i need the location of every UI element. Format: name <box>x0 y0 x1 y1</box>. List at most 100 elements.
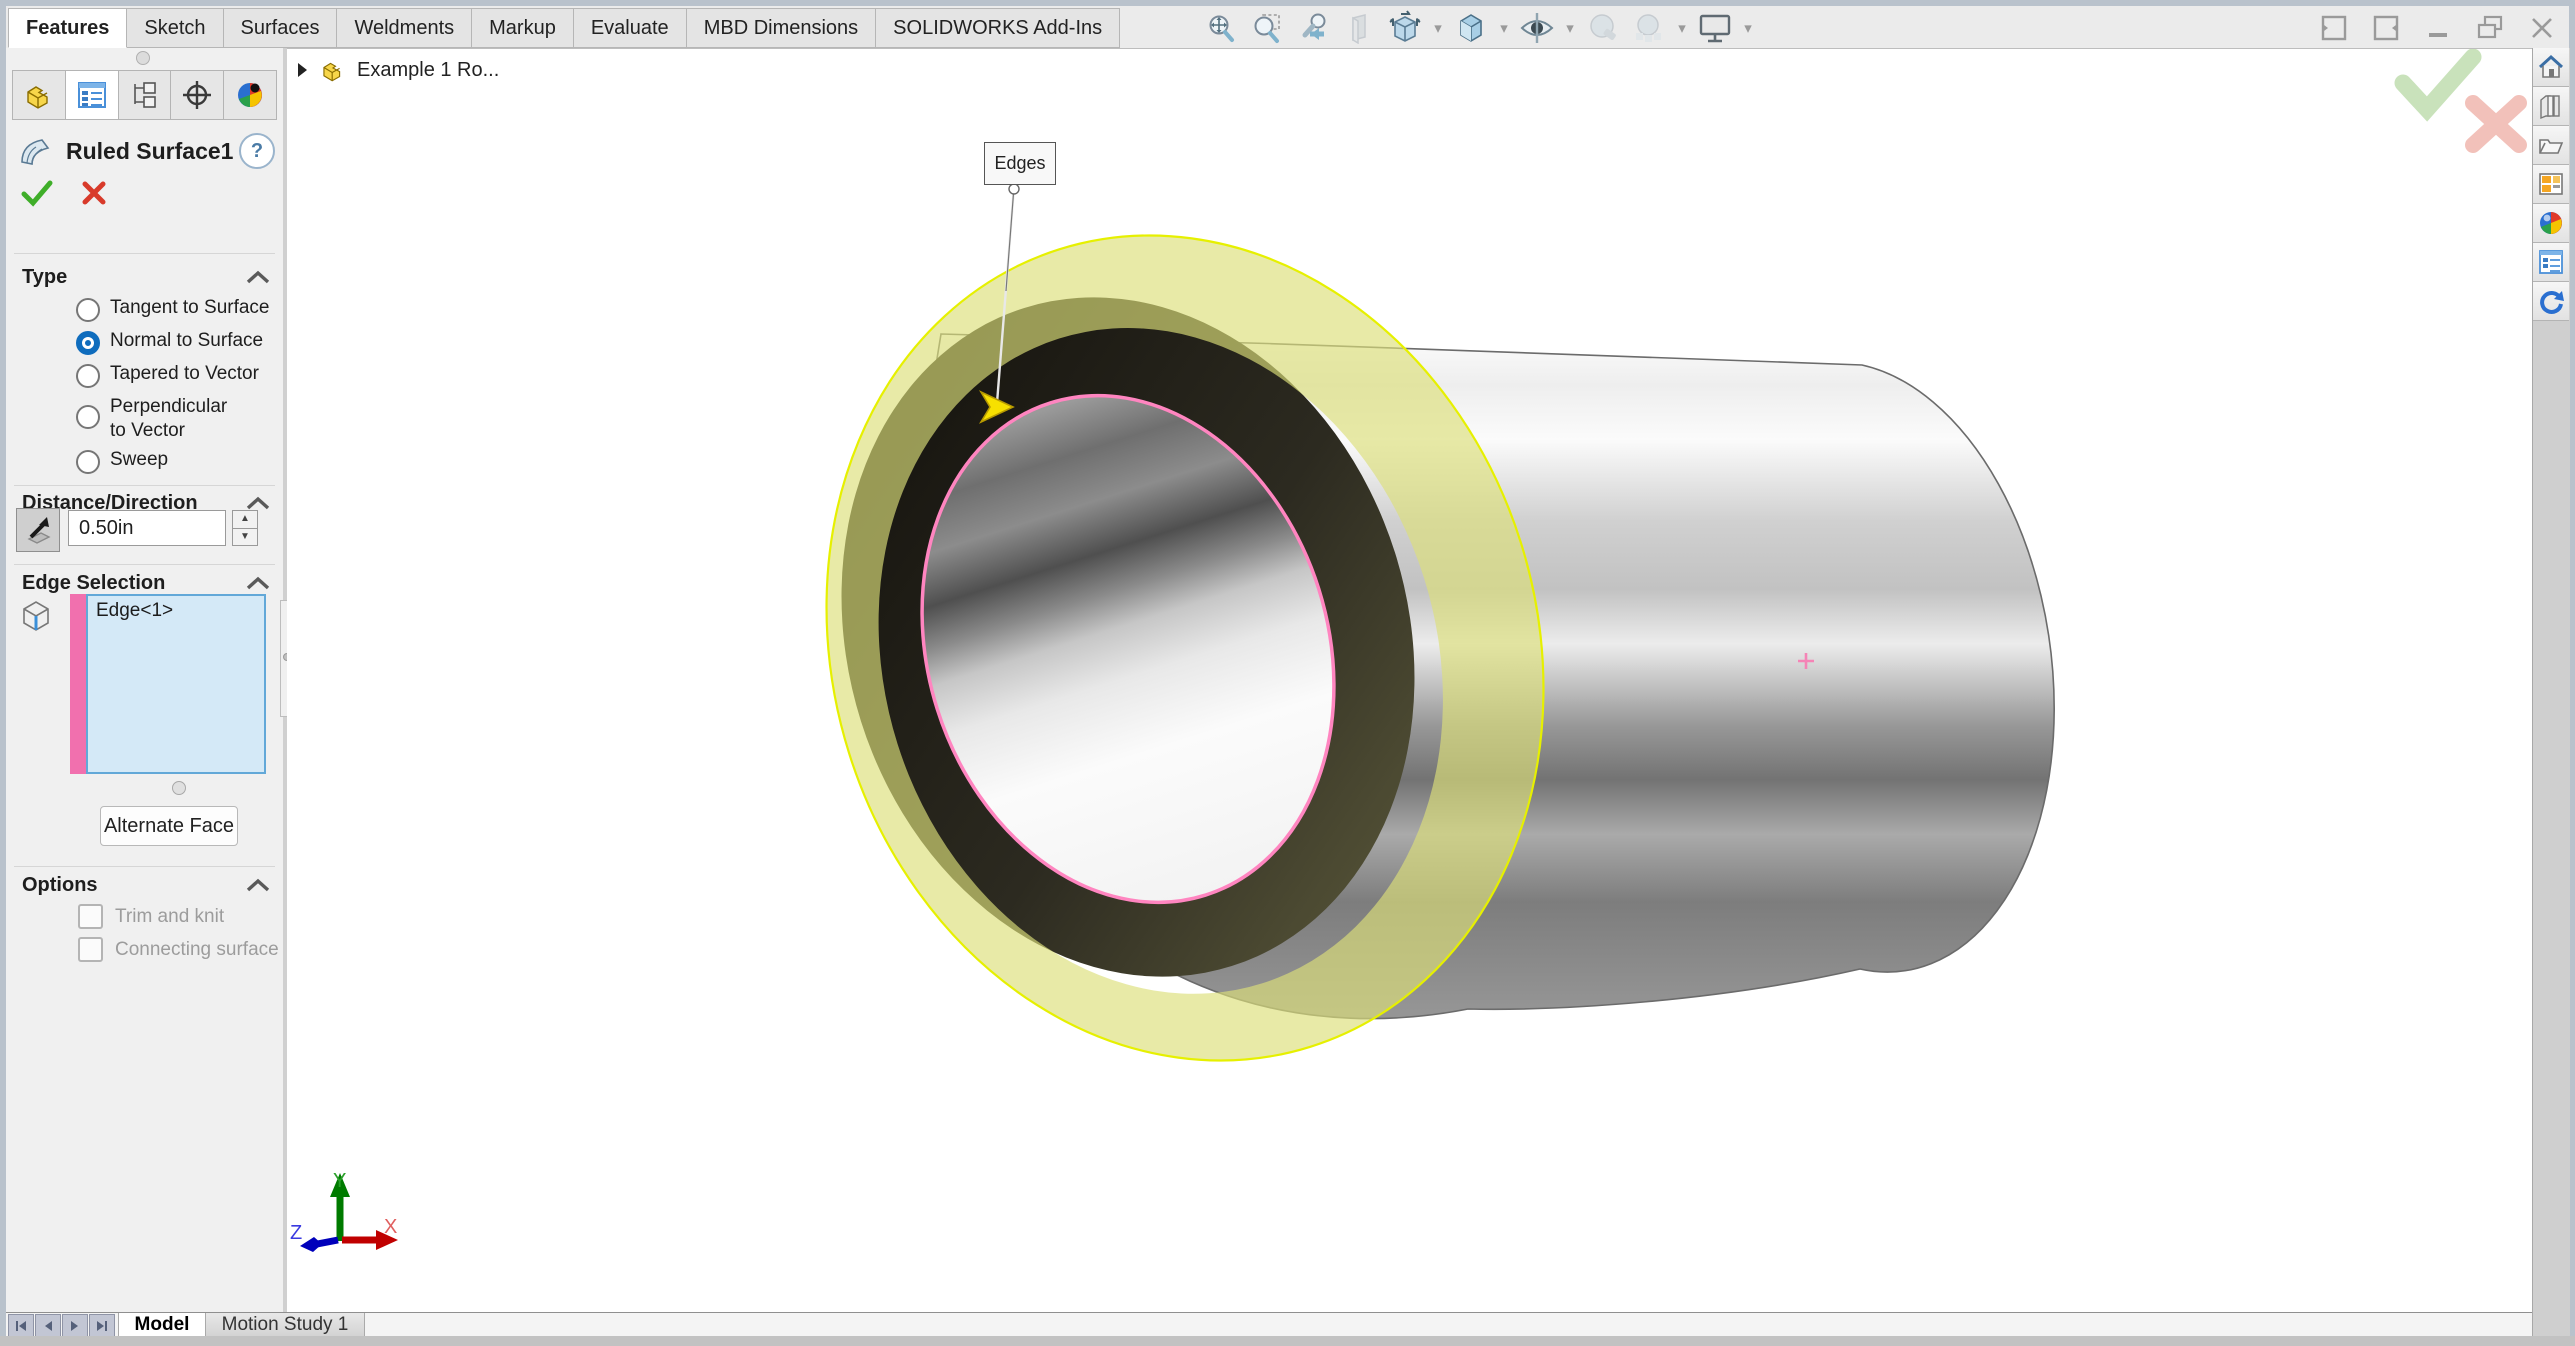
section-view-icon[interactable] <box>1339 11 1379 45</box>
collapse-chevron-icon[interactable] <box>245 269 271 285</box>
feature-manager-tab[interactable] <box>13 71 66 119</box>
custom-properties-icon[interactable] <box>2533 243 2569 282</box>
display-style-icon[interactable] <box>1451 11 1491 45</box>
collapse-chevron-icon[interactable] <box>245 495 271 511</box>
tab-solidworks-addins[interactable]: SOLIDWORKS Add-Ins <box>876 8 1120 48</box>
file-explorer-icon[interactable] <box>2533 126 2569 165</box>
configuration-manager-tab[interactable] <box>119 71 172 119</box>
design-library-icon[interactable] <box>2533 87 2569 126</box>
radio-tangent-to-surface[interactable]: Tangent to Surface <box>76 296 271 322</box>
window-frame <box>0 1336 2575 1346</box>
hide-show-dropdown[interactable]: ▾ <box>1563 11 1577 45</box>
checkbox <box>78 904 103 929</box>
distance-spinner: ▲ ▼ <box>232 510 258 546</box>
radio-normal-to-surface[interactable]: Normal to Surface <box>76 329 271 355</box>
tab-weldments[interactable]: Weldments <box>337 8 472 48</box>
collapse-chevron-icon[interactable] <box>245 877 271 893</box>
zoom-to-fit-icon[interactable] <box>1201 11 1241 45</box>
collapse-left-pane-icon[interactable] <box>2319 13 2349 43</box>
confirm-corner-ok <box>2403 57 2473 109</box>
motion-study-tab[interactable]: Motion Study 1 <box>205 1313 365 1337</box>
confirm-corner-cancel <box>2473 103 2519 145</box>
view-settings-dropdown[interactable]: ▾ <box>1741 11 1755 45</box>
restore-icon[interactable] <box>2475 13 2505 43</box>
radio-perpendicular-to-vector[interactable]: Perpendicular to Vector <box>76 395 236 443</box>
close-icon[interactable] <box>2527 13 2557 43</box>
model-tab[interactable]: Model <box>118 1313 206 1337</box>
edge-selection-listbox[interactable]: Edge<1> <box>86 594 266 774</box>
sheet-nav-buttons <box>8 1314 116 1337</box>
previous-tab-button[interactable] <box>35 1314 61 1337</box>
edit-appearance-icon[interactable] <box>1583 11 1623 45</box>
home-icon[interactable] <box>2533 48 2569 87</box>
tab-surfaces[interactable]: Surfaces <box>224 8 338 48</box>
radio-sweep[interactable]: Sweep <box>76 448 271 474</box>
reverse-direction-button[interactable] <box>16 508 60 552</box>
solidworks-resources-icon[interactable] <box>2533 282 2569 321</box>
apply-scene-icon[interactable] <box>1629 11 1669 45</box>
property-manager-panel: Ruled Surface1 ? Type Tangent to Surface… <box>6 48 284 1312</box>
view-orientation-icon[interactable] <box>1385 11 1425 45</box>
radio-tapered-to-vector[interactable]: Tapered to Vector <box>76 362 271 388</box>
divider <box>14 564 275 565</box>
divider <box>14 866 275 867</box>
dimxpert-manager-tab[interactable] <box>171 71 224 119</box>
property-list-icon <box>75 80 109 110</box>
next-tab-button[interactable] <box>62 1314 88 1337</box>
graphics-area[interactable]: Example 1 Ro... <box>287 48 2532 1312</box>
listbox-resize-grip[interactable] <box>172 781 186 795</box>
hide-show-items-icon[interactable] <box>1517 11 1557 45</box>
tab-evaluate[interactable]: Evaluate <box>574 8 687 48</box>
cancel-x-icon[interactable] <box>80 179 108 207</box>
options-section-header[interactable]: Options <box>22 870 271 900</box>
tab-markup[interactable]: Markup <box>472 8 574 48</box>
property-manager-tab[interactable] <box>66 71 119 119</box>
zoom-to-area-icon[interactable] <box>1247 11 1287 45</box>
connecting-surface-checkbox[interactable]: Connecting surface <box>78 937 279 962</box>
apply-scene-dropdown[interactable]: ▾ <box>1675 11 1689 45</box>
spinner-up[interactable]: ▲ <box>232 510 258 529</box>
pm-title: Ruled Surface1 <box>66 138 239 165</box>
radio-circle <box>76 405 100 429</box>
triad-z-label: Z <box>290 1222 302 1244</box>
type-section-header[interactable]: Type <box>22 262 271 292</box>
collapse-right-pane-icon[interactable] <box>2371 13 2401 43</box>
bottom-tab-bar: Model Motion Study 1 <box>6 1312 2532 1337</box>
selection-color-bar <box>70 594 86 774</box>
triad-y-label: Y <box>333 1170 346 1192</box>
edges-callout[interactable]: Edges <box>984 142 1056 185</box>
display-style-dropdown[interactable]: ▾ <box>1497 11 1511 45</box>
heads-up-toolbar: ▾ ▾ ▾ ▾ ▾ <box>1201 9 1755 47</box>
first-tab-button[interactable] <box>8 1314 34 1337</box>
divider <box>14 485 275 486</box>
tab-mbd-dimensions[interactable]: MBD Dimensions <box>687 8 876 48</box>
ok-check-icon[interactable] <box>20 178 54 208</box>
edge-list-item[interactable]: Edge<1> <box>96 600 256 622</box>
alternate-face-button[interactable]: Alternate Face <box>100 806 238 846</box>
help-button[interactable]: ? <box>239 133 275 169</box>
spinner-down[interactable]: ▼ <box>232 529 258 547</box>
triad-x-label: X <box>384 1216 397 1238</box>
view-orientation-dropdown[interactable]: ▾ <box>1431 11 1445 45</box>
pm-header: Ruled Surface1 ? <box>16 128 275 174</box>
distance-input[interactable]: 0.50in <box>68 510 226 546</box>
tab-features[interactable]: Features <box>8 8 127 48</box>
edge-select-icon <box>18 598 54 640</box>
dimxpert-icon <box>180 80 214 110</box>
radio-circle <box>76 450 100 474</box>
appearances-scenes-icon[interactable] <box>2533 204 2569 243</box>
panel-collapse-grip[interactable] <box>136 51 150 65</box>
minimize-icon[interactable] <box>2423 13 2453 43</box>
trim-and-knit-checkbox[interactable]: Trim and knit <box>78 904 224 929</box>
radio-circle <box>76 331 100 355</box>
last-tab-button[interactable] <box>89 1314 115 1337</box>
configurations-icon <box>127 80 161 110</box>
divider <box>14 253 275 254</box>
window-controls <box>2319 10 2557 46</box>
previous-view-icon[interactable] <box>1293 11 1333 45</box>
view-settings-icon[interactable] <box>1695 11 1735 45</box>
collapse-chevron-icon[interactable] <box>245 575 271 591</box>
tab-sketch[interactable]: Sketch <box>127 8 223 48</box>
display-manager-tab[interactable] <box>224 71 276 119</box>
view-palette-icon[interactable] <box>2533 165 2569 204</box>
